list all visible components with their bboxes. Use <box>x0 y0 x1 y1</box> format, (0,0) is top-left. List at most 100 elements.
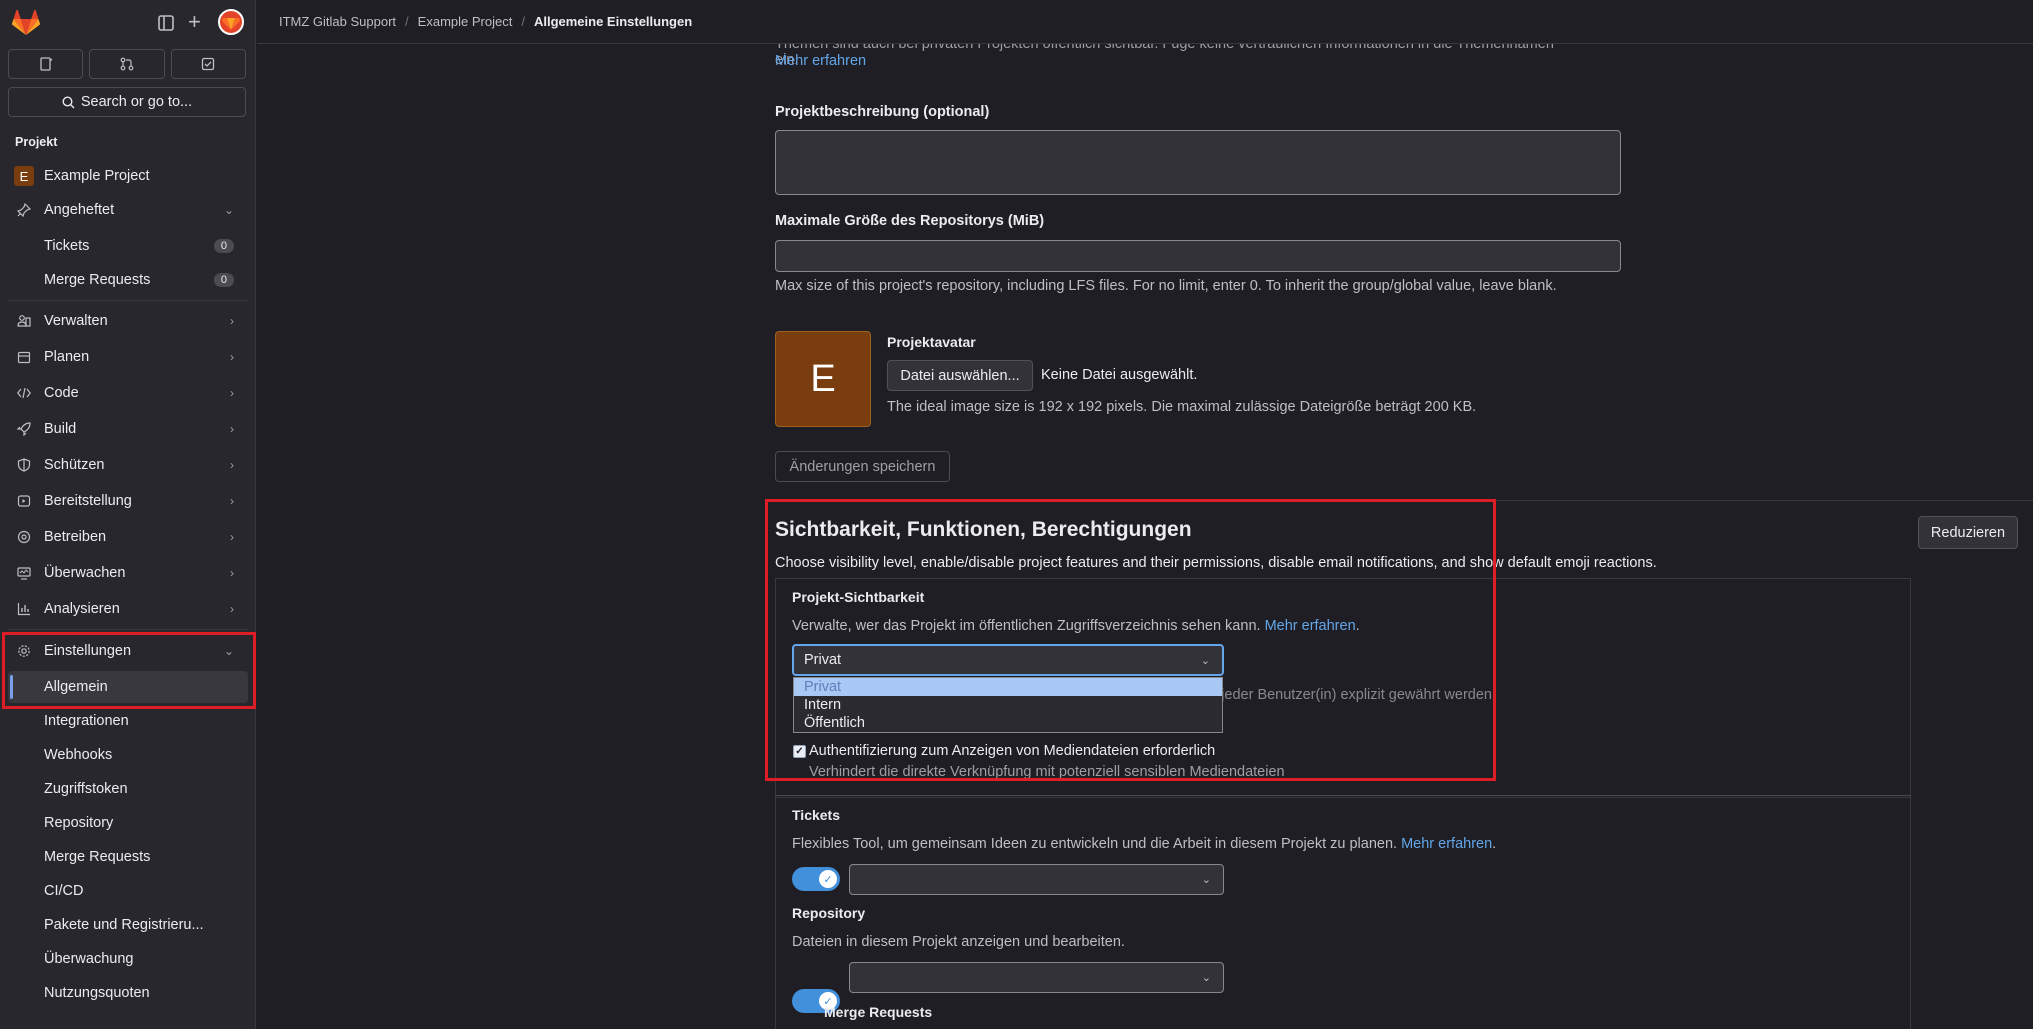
sidebar-item-planen[interactable]: Planen › <box>8 341 248 373</box>
tickets-access-select[interactable]: ⌄ <box>849 864 1224 895</box>
check-icon: ✓ <box>819 870 837 888</box>
sidebar-item-label: Zugriffstoken <box>44 781 128 797</box>
chevron-down-icon: ⌄ <box>1201 972 1211 984</box>
features-panel <box>775 796 1911 1029</box>
breadcrumb-current: Allgemeine Einstellungen <box>533 14 693 29</box>
choose-file-button[interactable]: Datei auswählen... <box>887 360 1033 391</box>
pin-icon <box>16 202 32 218</box>
sidebar-item-packages[interactable]: Pakete und Registrieru... <box>8 909 248 941</box>
user-avatar[interactable] <box>218 9 244 35</box>
sidebar-item-label: Überwachung <box>44 951 134 967</box>
todos-shortcut-button[interactable] <box>170 49 246 79</box>
chevron-right-icon: › <box>230 458 234 472</box>
no-file-text: Keine Datei ausgewählt. <box>1041 367 1198 383</box>
sidebar-project-link[interactable]: E Example Project <box>8 160 248 192</box>
sidebar-item-label: Verwalten <box>44 313 108 329</box>
sidebar-item-ueberwachen[interactable]: Überwachen › <box>8 557 248 589</box>
sidebar-item-schuetzen[interactable]: Schützen › <box>8 449 248 481</box>
sidebar-header: + <box>10 8 245 38</box>
sidebar-item-label: Bereitstellung <box>44 493 132 509</box>
breadcrumb-item[interactable]: Example Project <box>418 14 513 29</box>
tickets-help-row: Flexibles Tool, um gemeinsam Ideen zu en… <box>792 836 1497 852</box>
gitlab-logo-icon[interactable] <box>12 10 40 36</box>
cloud-icon <box>16 529 32 545</box>
topics-learn-more-link[interactable]: Mehr erfahren <box>775 53 866 69</box>
avatar-help: The ideal image size is 192 x 192 pixels… <box>887 399 1477 415</box>
pinned-label: Angeheftet <box>44 202 115 218</box>
issues-shortcut-button[interactable] <box>8 49 84 79</box>
sidebar-item-build[interactable]: Build › <box>8 413 248 445</box>
sidebar: + Search or go to... Projekt E Example P… <box>0 0 256 1029</box>
search-button[interactable]: Search or go to... <box>8 87 246 117</box>
chevron-right-icon: › <box>230 494 234 508</box>
chevron-down-icon: ⌄ <box>1201 874 1211 886</box>
highlight-box <box>2 632 256 709</box>
sidebar-item-label: Schützen <box>44 457 105 473</box>
project-avatar: E <box>14 166 34 186</box>
sidebar-item-tickets[interactable]: Tickets 0 <box>8 230 248 262</box>
sidebar-toggle-icon[interactable] <box>156 13 176 33</box>
sidebar-item-merge-requests-settings[interactable]: Merge Requests <box>8 841 248 873</box>
breadcrumb-item[interactable]: ITMZ Gitlab Support <box>279 14 396 29</box>
repository-help: Dateien in diesem Projekt anzeigen und b… <box>792 934 1125 950</box>
count-badge: 0 <box>213 273 234 287</box>
sidebar-item-bereitstellung[interactable]: Bereitstellung › <box>8 485 248 517</box>
sidebar-item-label: Überwachen <box>44 565 126 581</box>
breadcrumb: ITMZ Gitlab Support / Example Project / … <box>257 0 2033 44</box>
rocket-icon <box>16 421 32 437</box>
chart-icon <box>16 601 32 617</box>
repository-label: Repository <box>792 905 866 921</box>
sidebar-item-cicd[interactable]: CI/CD <box>8 875 248 907</box>
description-textarea[interactable] <box>775 130 1621 195</box>
sidebar-item-label: CI/CD <box>44 883 84 899</box>
create-new-icon[interactable]: + <box>188 11 201 33</box>
merge-request-icon <box>120 57 134 71</box>
topics-help: Themen sind auch bei privaten Projekten … <box>775 44 1554 68</box>
search-icon <box>62 95 75 108</box>
sidebar-item-label: Code <box>44 385 79 401</box>
tickets-label: Tickets <box>792 807 840 823</box>
shield-icon <box>16 457 32 473</box>
collapse-button[interactable]: Reduzieren <box>1918 516 2018 549</box>
count-badge: 0 <box>213 239 234 253</box>
deployments-icon <box>16 493 32 509</box>
sidebar-item-verwalten[interactable]: Verwalten › <box>8 305 248 337</box>
highlight-box <box>765 499 1496 781</box>
sidebar-item-label: Betreiben <box>44 529 107 545</box>
sidebar-item-code[interactable]: Code › <box>8 377 248 409</box>
save-changes-button[interactable]: Änderungen speichern <box>775 451 950 482</box>
sidebar-item-label: Integrationen <box>44 713 129 729</box>
sidebar-item-integrationen[interactable]: Integrationen <box>8 705 248 737</box>
main-content: Themen sind auch bei privaten Projekten … <box>257 44 2033 1029</box>
tickets-learn-more-link[interactable]: Mehr erfahren <box>1401 836 1492 852</box>
project-avatar-preview: E <box>775 331 871 427</box>
merge-requests-shortcut-button[interactable] <box>89 49 165 79</box>
sidebar-item-label: Merge Requests <box>44 272 151 288</box>
sidebar-item-repository[interactable]: Repository <box>8 807 248 839</box>
sidebar-item-usage-quotas[interactable]: Nutzungsquoten <box>8 977 248 1009</box>
chevron-right-icon: › <box>230 530 234 544</box>
users-icon <box>16 313 32 329</box>
chevron-down-icon: ⌄ <box>223 203 234 217</box>
sidebar-item-webhooks[interactable]: Webhooks <box>8 739 248 771</box>
repository-access-select[interactable]: ⌄ <box>849 962 1224 993</box>
sidebar-item-merge-requests[interactable]: Merge Requests 0 <box>8 264 248 296</box>
sidebar-item-monitoring[interactable]: Überwachung <box>8 943 248 975</box>
tickets-toggle[interactable]: ✓ <box>792 867 840 891</box>
chevron-right-icon: › <box>230 350 234 364</box>
sidebar-item-label: Tickets <box>44 238 90 254</box>
chevron-right-icon: › <box>230 422 234 436</box>
sidebar-item-zugriffstoken[interactable]: Zugriffstoken <box>8 773 248 805</box>
repo-size-input[interactable] <box>775 240 1621 272</box>
repo-size-label: Maximale Größe des Repositorys (MiB) <box>775 213 1045 229</box>
sidebar-item-label: Analysieren <box>44 601 120 617</box>
divider <box>8 629 248 630</box>
sidebar-pinned-toggle[interactable]: Angeheftet ⌄ <box>8 194 248 226</box>
description-label: Projektbeschreibung (optional) <box>775 104 990 120</box>
repo-size-help: Max size of this project's repository, i… <box>775 278 1557 294</box>
sidebar-item-analysieren[interactable]: Analysieren › <box>8 593 248 625</box>
sidebar-item-betreiben[interactable]: Betreiben › <box>8 521 248 553</box>
project-name: Example Project <box>44 168 150 184</box>
sidebar-item-label: Webhooks <box>44 747 113 763</box>
divider <box>8 300 248 301</box>
